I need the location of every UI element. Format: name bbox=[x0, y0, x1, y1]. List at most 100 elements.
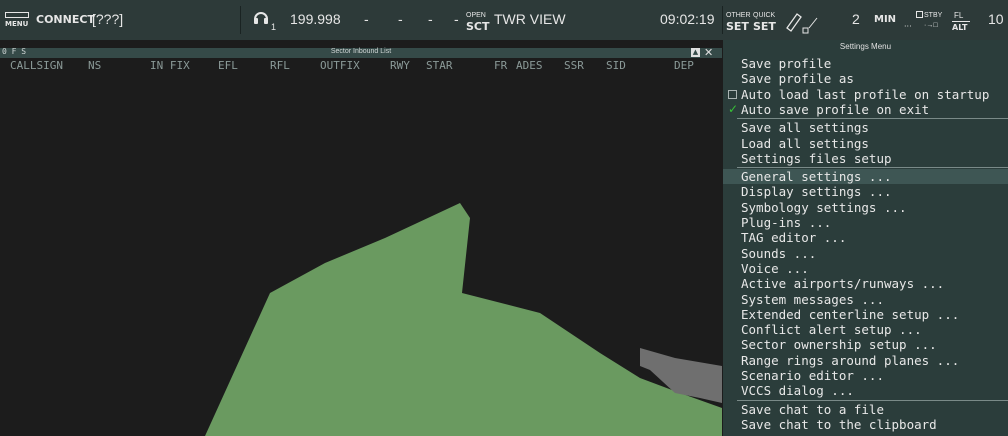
transfer-arrow-icon: ·→□ bbox=[924, 22, 938, 29]
col-header-ades[interactable]: ADES bbox=[516, 59, 543, 72]
min-button[interactable]: MIN bbox=[874, 14, 896, 26]
open-sct-button[interactable]: OPEN SCT bbox=[466, 0, 494, 40]
stby-button[interactable]: ··· STBY ·→□ bbox=[904, 0, 942, 40]
sil-collapse-icon[interactable]: ▲ bbox=[691, 48, 700, 57]
quick-set-bottom-label: SET bbox=[753, 20, 776, 33]
toolbar-divider bbox=[722, 6, 723, 34]
menu-item-label: Save chat to the clipboard bbox=[741, 416, 937, 432]
col-header-ns[interactable]: NS bbox=[88, 59, 101, 72]
menu-item[interactable]: Settings files setup bbox=[723, 151, 1008, 166]
menu-item[interactable]: Save chat to a file bbox=[723, 402, 1008, 417]
menu-item-label: Symbology settings ... bbox=[741, 199, 907, 215]
sct-label: SCT bbox=[466, 20, 490, 33]
dash-field[interactable]: - bbox=[454, 11, 459, 51]
menu-item[interactable]: Save chat to the clipboard bbox=[723, 417, 1008, 432]
connect-button[interactable]: CONNECT bbox=[36, 13, 95, 27]
col-header-ssr[interactable]: SSR bbox=[564, 59, 584, 72]
settings-menu: Settings Menu Save profile Save profile a… bbox=[723, 40, 1008, 436]
open-label: OPEN bbox=[466, 12, 486, 19]
menu-item[interactable]: Symbology settings ... bbox=[723, 200, 1008, 215]
menu-item[interactable]: Save profile bbox=[723, 56, 1008, 71]
menu-button-label: MENU bbox=[5, 20, 29, 28]
other-set-button[interactable]: OTHER SET bbox=[725, 0, 751, 40]
menu-item[interactable]: System messages ... bbox=[723, 292, 1008, 307]
menu-item[interactable]: Range rings around planes ... bbox=[723, 353, 1008, 368]
toolbar-divider bbox=[240, 6, 241, 34]
dash-field[interactable]: - bbox=[398, 11, 403, 51]
menu-item-label: Sector ownership setup ... bbox=[741, 337, 937, 353]
menu-item-label: Save all settings bbox=[741, 120, 869, 136]
menu-item[interactable]: Save all settings bbox=[723, 120, 1008, 135]
fl-alt-divider bbox=[952, 21, 970, 22]
menu-item[interactable]: Sounds ... bbox=[723, 246, 1008, 261]
menu-item-label: Plug-ins ... bbox=[741, 215, 832, 230]
menu-item-label: Extended centerline setup ... bbox=[741, 306, 960, 322]
col-header-star[interactable]: STAR bbox=[426, 59, 453, 72]
fl-label: FL bbox=[954, 11, 964, 20]
menu-item[interactable]: Plug-ins ... bbox=[723, 215, 1008, 230]
col-header-in-fix[interactable]: IN FIX bbox=[150, 59, 190, 72]
col-header-rwy[interactable]: RWY bbox=[390, 59, 410, 72]
voice-button[interactable]: 1 bbox=[252, 0, 282, 40]
menu-item[interactable]: Scenario editor ... bbox=[723, 368, 1008, 383]
col-header-rfl[interactable]: RFL bbox=[270, 59, 290, 72]
menu-separator bbox=[737, 118, 1008, 120]
sil-column-headers: CALLSIGN NS IN FIX EFL RFL OUTFIX RWY ST… bbox=[0, 59, 722, 73]
menu-item-label: Conflict alert setup ... bbox=[741, 322, 922, 338]
menu-separator bbox=[737, 167, 1008, 169]
checkbox-icon[interactable] bbox=[728, 89, 737, 99]
menu-item[interactable]: Active airports/runways ... bbox=[723, 276, 1008, 291]
other-set-top-label: OTHER bbox=[726, 12, 751, 19]
alt-label: ALT bbox=[952, 23, 968, 32]
menu-item-label: Voice ... bbox=[741, 260, 809, 276]
sector-inbound-list[interactable]: 0 F S Sector Inbound List ▲ ✕ CALLSIGN N… bbox=[0, 46, 722, 73]
sil-close-icon[interactable]: ✕ bbox=[704, 46, 713, 59]
dash-field[interactable]: - bbox=[364, 11, 369, 51]
menu-item[interactable]: Load all settings bbox=[723, 136, 1008, 151]
top-toolbar: MENU CONNECT [???] 1 199.998 - - - - OPE… bbox=[0, 0, 1008, 40]
frequency-display[interactable]: 199.998 bbox=[290, 11, 341, 29]
col-header-sid[interactable]: SID bbox=[606, 59, 626, 72]
menu-item[interactable]: Save profile as bbox=[723, 71, 1008, 86]
sil-title-bar[interactable]: 0 F S Sector Inbound List ▲ ✕ bbox=[0, 46, 722, 59]
sil-title: Sector Inbound List bbox=[330, 48, 392, 55]
other-set-bottom-label: SET bbox=[726, 20, 749, 33]
dash-field[interactable]: - bbox=[428, 11, 433, 51]
col-header-fr[interactable]: FR bbox=[494, 59, 507, 72]
view-name[interactable]: TWR VIEW bbox=[494, 11, 566, 51]
menu-button[interactable]: MENU bbox=[2, 0, 32, 40]
menu-item[interactable]: Auto load last profile on startup bbox=[723, 87, 1008, 102]
quick-set-top-label: QUICK bbox=[753, 12, 776, 19]
quick-set-button[interactable]: QUICK SET bbox=[752, 0, 778, 40]
menu-item[interactable]: Sector ownership setup ... bbox=[723, 337, 1008, 352]
menu-item[interactable]: Display settings ... bbox=[723, 184, 1008, 199]
menu-item-label: VCCS dialog ... bbox=[741, 383, 854, 399]
draw-tool-button[interactable] bbox=[783, 0, 823, 40]
col-header-efl[interactable]: EFL bbox=[218, 59, 238, 72]
settings-menu-title: Settings Menu bbox=[839, 42, 892, 51]
checkmark-icon[interactable]: ✓ bbox=[728, 103, 738, 115]
menu-icon bbox=[5, 12, 29, 18]
menu-item-label: Settings files setup bbox=[741, 150, 892, 166]
menu-item[interactable]: Conflict alert setup ... bbox=[723, 322, 1008, 337]
menu-item-label: Load all settings bbox=[741, 135, 869, 151]
col-header-out-fix[interactable]: OUTFIX bbox=[320, 59, 360, 72]
clock: 09:02:19 bbox=[660, 11, 715, 27]
callsign-display[interactable]: [???] bbox=[92, 11, 123, 29]
menu-item[interactable]: TAG editor ... bbox=[723, 230, 1008, 245]
col-header-dep[interactable]: DEP bbox=[674, 59, 694, 72]
menu-item[interactable]: Extended centerline setup ... bbox=[723, 307, 1008, 322]
col-header-callsign[interactable]: CALLSIGN bbox=[10, 59, 63, 72]
menu-item-label: Scenario editor ... bbox=[741, 368, 884, 383]
menu-item[interactable]: ✓ Auto save profile on exit bbox=[723, 102, 1008, 117]
menu-item[interactable]: VCCS dialog ... bbox=[723, 383, 1008, 398]
menu-item-label: Auto load last profile on startup bbox=[741, 86, 990, 102]
menu-item[interactable]: Voice ... bbox=[723, 261, 1008, 276]
menu-item-label: Active airports/runways ... bbox=[741, 276, 945, 292]
menu-item-label: Save chat to a file bbox=[741, 401, 884, 417]
fl-alt-button[interactable]: FL ALT bbox=[950, 0, 976, 40]
radar-map[interactable] bbox=[0, 48, 722, 436]
menu-item-label: Display settings ... bbox=[741, 184, 892, 200]
menu-item[interactable]: General settings ... bbox=[723, 169, 1008, 185]
dots-icon: ··· bbox=[904, 22, 912, 31]
